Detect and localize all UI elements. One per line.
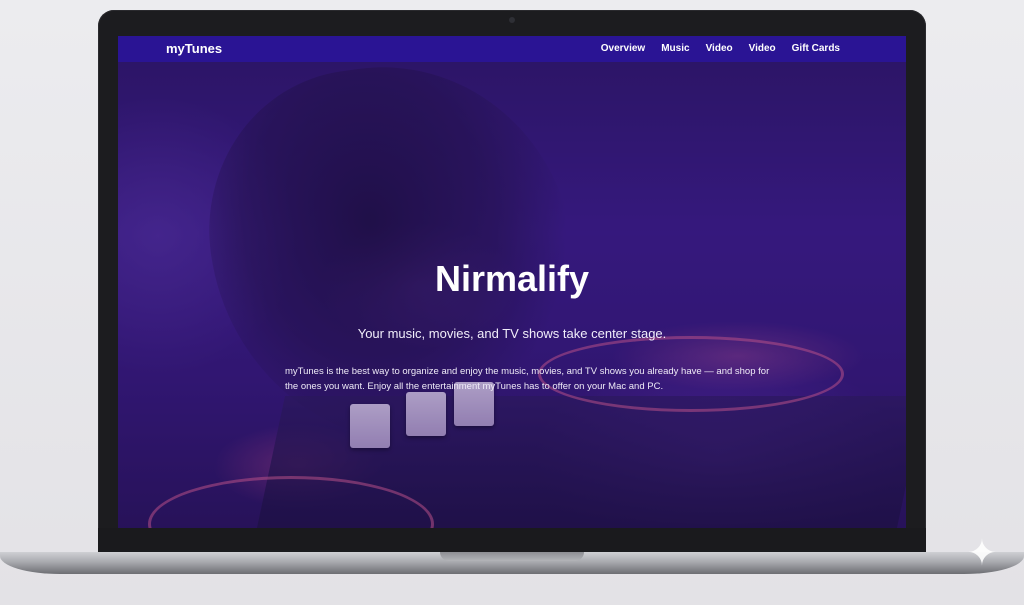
hero-description: myTunes is the best way to organize and … [285,366,770,392]
sparkle-icon: ✦ [966,532,998,573]
nav-links: Overview Music Video Video Gift Cards [601,43,840,54]
screen: myTunes Overview Music Video Video Gift … [118,36,906,528]
top-nav: myTunes Overview Music Video Video Gift … [118,36,906,62]
laptop-scene: myTunes Overview Music Video Video Gift … [0,0,1024,605]
screen-bezel-bottom [98,528,926,555]
nav-link-video-2[interactable]: Video [749,43,776,54]
laptop-notch [440,552,584,561]
nav-link-video[interactable]: Video [706,43,733,54]
brand-logo[interactable]: myTunes [166,41,222,56]
nav-link-overview[interactable]: Overview [601,43,645,54]
nav-link-music[interactable]: Music [661,43,689,54]
camera-icon [509,17,515,23]
hero-subtitle: Your music, movies, and TV shows take ce… [357,326,667,341]
hero-title: Nirmalify [434,258,590,299]
nav-link-gift-cards[interactable]: Gift Cards [792,43,840,54]
